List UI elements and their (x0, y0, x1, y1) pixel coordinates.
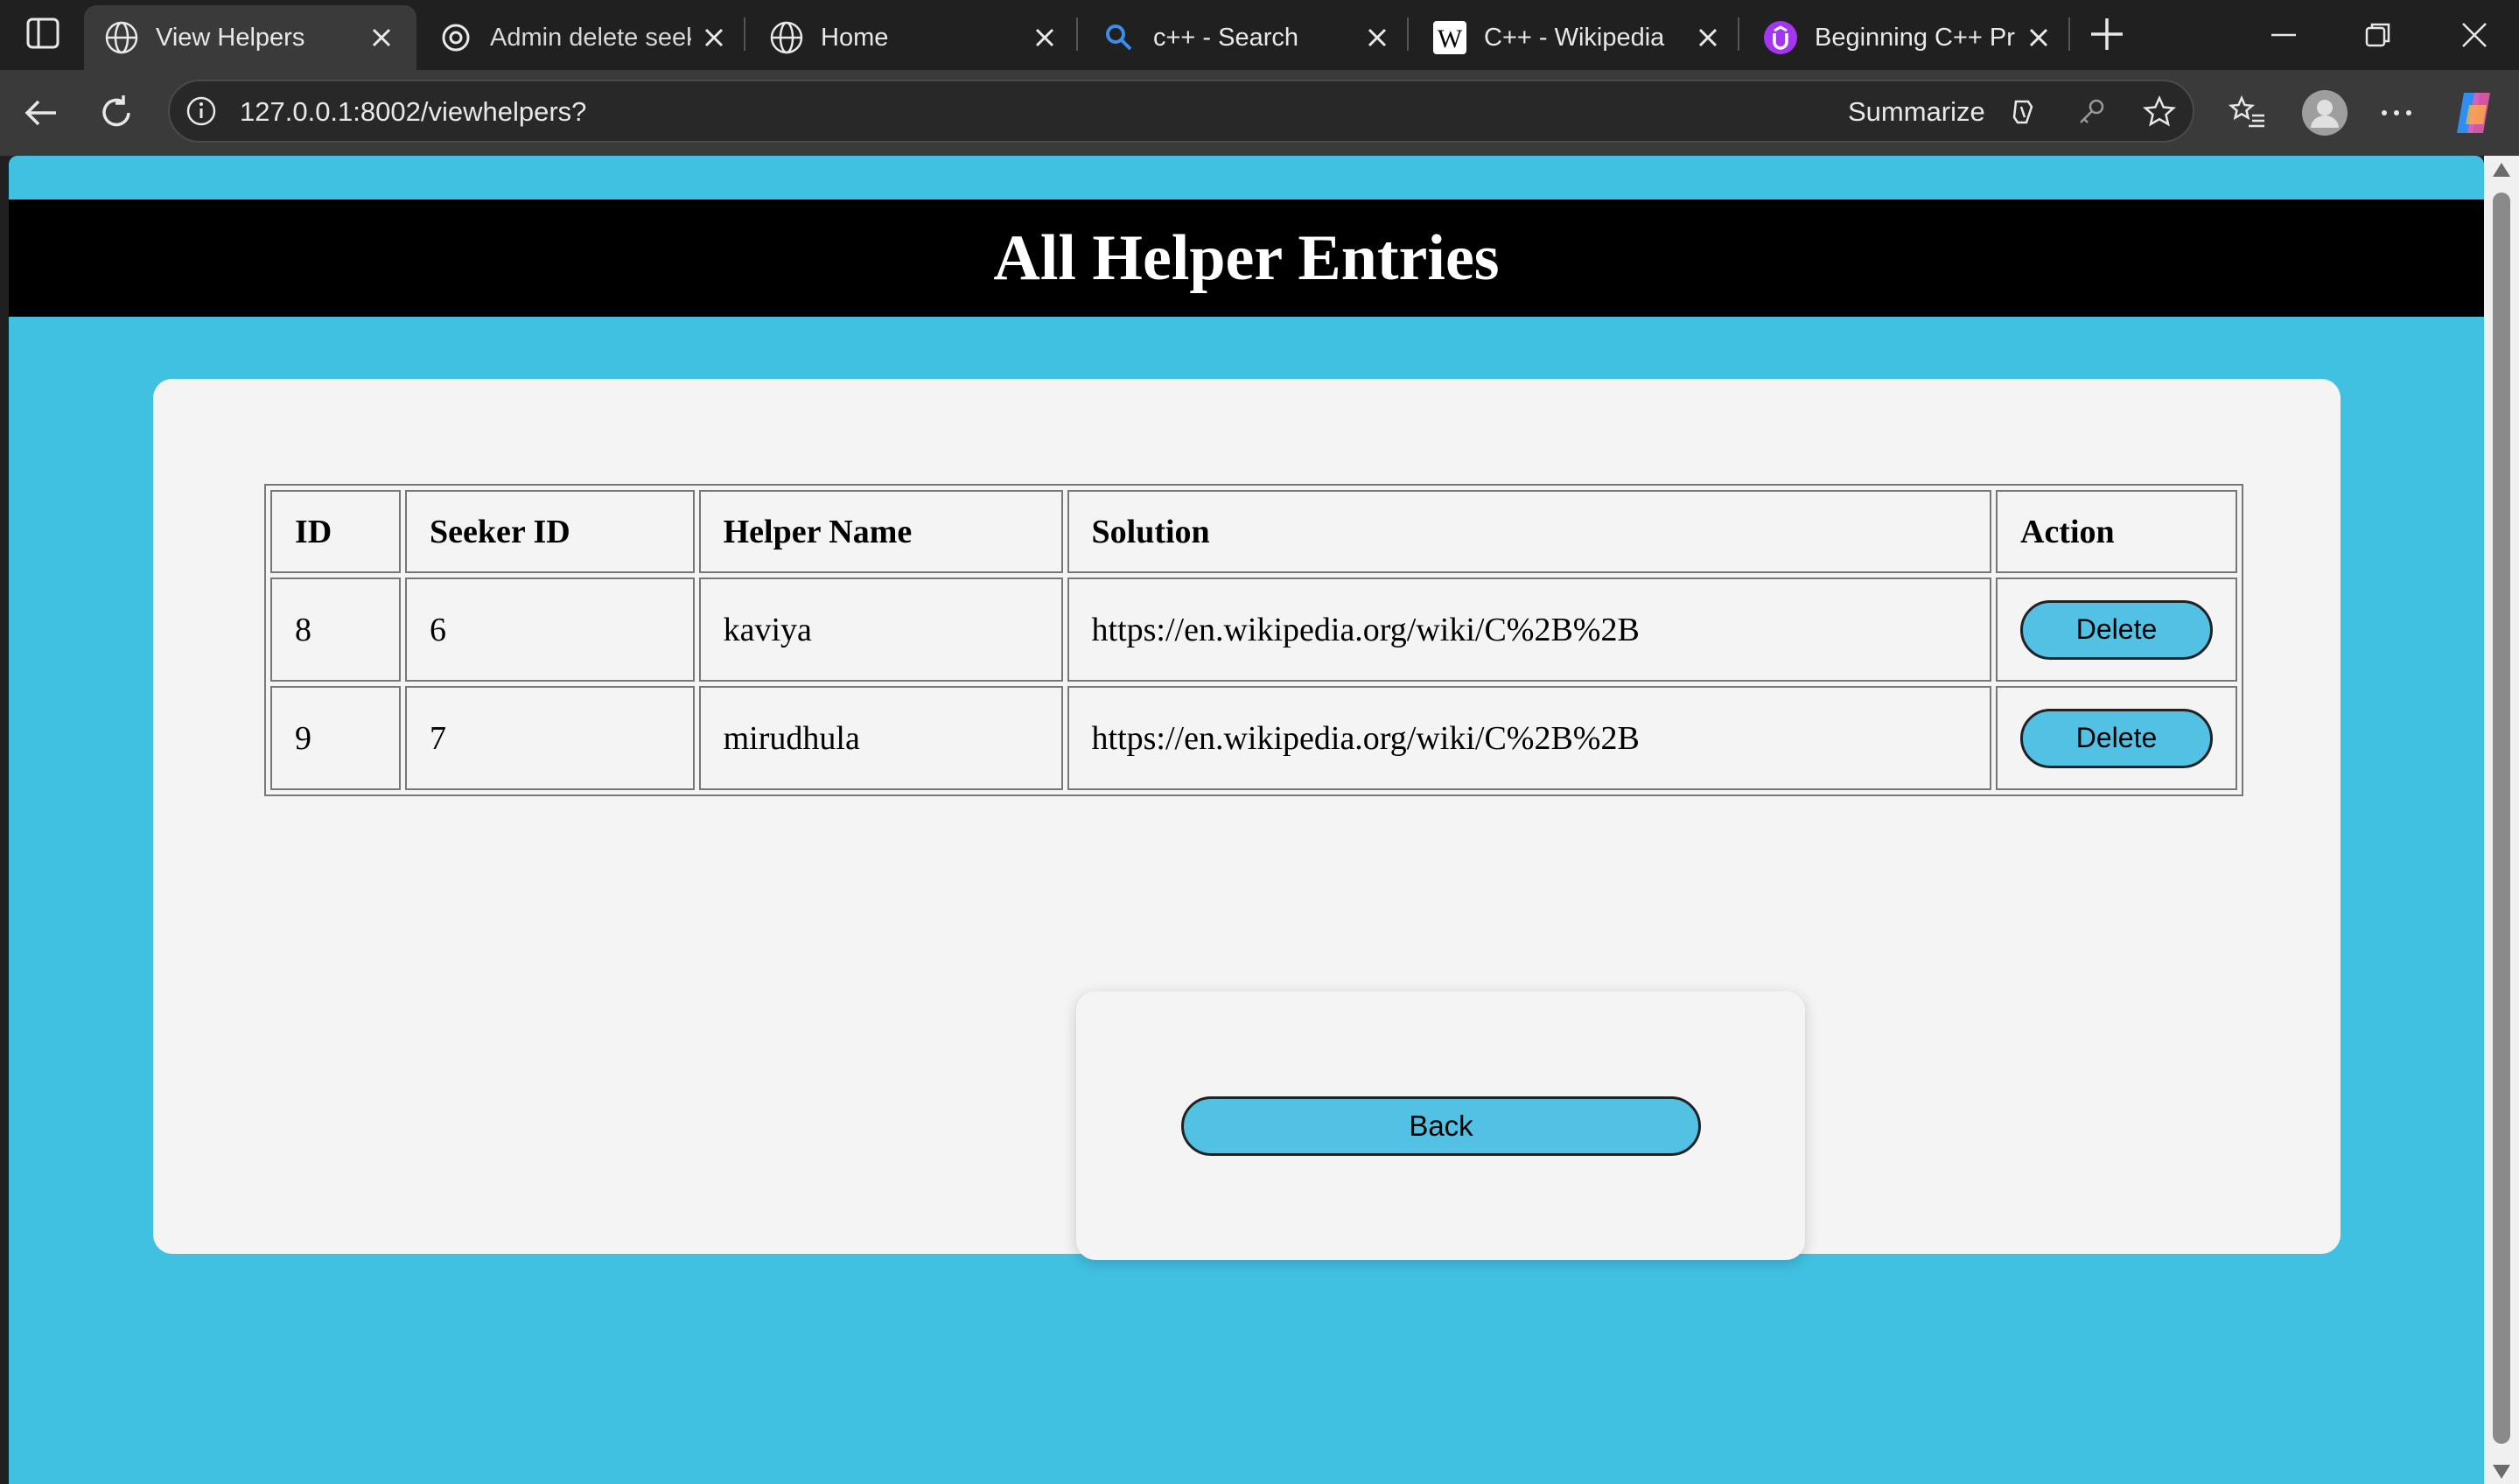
avatar[interactable] (2301, 89, 2348, 136)
tab-separator (1407, 18, 1409, 51)
cell-action: Delete (1996, 686, 2237, 790)
tab-separator (1076, 18, 1078, 51)
scroll-down-icon[interactable] (2493, 1465, 2510, 1479)
back-arrow-icon[interactable] (21, 93, 61, 133)
delete-button[interactable]: Delete (2020, 599, 2213, 660)
tab-cpp-search[interactable]: c++ - Search (1081, 5, 1405, 70)
cell-action: Delete (1996, 578, 2237, 682)
cell-id: 9 (270, 686, 401, 790)
back-button[interactable]: Back (1181, 1096, 1701, 1156)
tab-separator (1738, 18, 1739, 51)
tab-strip: View Helpers Admin delete seek Home c++ … (0, 0, 2519, 70)
scroll-up-icon[interactable] (2493, 163, 2510, 177)
page-title: All Helper Entries (9, 200, 2484, 317)
tab-admin-delete-seeker[interactable]: Admin delete seek (418, 5, 742, 70)
table-header-row: ID Seeker ID Helper Name Solution Action (270, 490, 2237, 573)
scrollbar-thumb[interactable] (2493, 192, 2510, 1444)
cell-solution: https://en.wikipedia.org/wiki/C%2B%2B (1067, 686, 1991, 790)
search-icon (1101, 19, 1137, 56)
cell-seeker-id: 7 (404, 686, 695, 790)
more-options-icon[interactable] (2376, 93, 2417, 133)
tab-title: C++ - Wikipedia (1484, 24, 1665, 52)
tab-beginning-cpp[interactable]: Beginning C++ Pro (1743, 5, 2063, 70)
tab-title: Admin delete seek (490, 24, 691, 52)
column-header-id: ID (270, 490, 401, 573)
tab-title: c++ - Search (1153, 24, 1299, 52)
minimize-icon[interactable] (2268, 19, 2299, 51)
close-icon[interactable] (1695, 24, 1721, 51)
tab-title: Home (821, 24, 889, 52)
column-header-action: Action (1996, 490, 2237, 573)
restore-icon[interactable] (2362, 19, 2394, 51)
table-row: 8 6 kaviya https://en.wikipedia.org/wiki… (270, 578, 2237, 682)
tab-title: View Helpers (156, 24, 305, 52)
udemy-icon (1762, 19, 1799, 56)
copilot-summarize-icon[interactable] (2005, 94, 2040, 130)
tab-title: Beginning C++ Pro (1815, 24, 2016, 52)
globe-icon (103, 19, 140, 56)
reload-icon[interactable] (96, 93, 136, 133)
close-icon[interactable] (701, 24, 727, 51)
cell-seeker-id: 6 (404, 578, 695, 682)
page-viewport: All Helper Entries ID Seeker ID Helper N… (9, 156, 2484, 1484)
key-icon[interactable] (2074, 94, 2109, 130)
cell-helper-name: mirudhula (698, 686, 1063, 790)
scrollbar[interactable] (2484, 156, 2519, 1484)
favorites-icon[interactable] (2228, 93, 2268, 133)
column-header-seeker-id: Seeker ID (404, 490, 695, 573)
content-card: ID Seeker ID Helper Name Solution Action… (153, 379, 2341, 1260)
info-icon[interactable] (185, 95, 217, 127)
chatgpt-icon (437, 19, 474, 56)
tab-separator (2068, 18, 2070, 51)
browser-toolbar: 127.0.0.1:8002/viewhelpers? Summarize (0, 70, 2519, 156)
tab-separator (744, 18, 745, 51)
address-bar[interactable]: 127.0.0.1:8002/viewhelpers? Summarize (168, 80, 2194, 143)
star-icon[interactable] (2142, 94, 2177, 130)
close-icon[interactable] (2026, 24, 2052, 51)
new-tab-icon[interactable] (2089, 16, 2125, 52)
tab-cpp-wikipedia[interactable]: W C++ - Wikipedia (1412, 5, 1736, 70)
close-icon[interactable] (368, 24, 395, 51)
svg-text:W: W (1438, 24, 1463, 53)
column-header-solution: Solution (1067, 490, 1991, 573)
close-icon[interactable] (1364, 24, 1390, 51)
cell-id: 8 (270, 578, 401, 682)
tab-view-helpers[interactable]: View Helpers (84, 5, 416, 70)
close-window-icon[interactable] (2459, 19, 2490, 51)
copilot-icon[interactable] (2448, 88, 2499, 138)
column-header-helper-name: Helper Name (698, 490, 1063, 573)
cell-solution: https://en.wikipedia.org/wiki/C%2B%2B (1067, 578, 1991, 682)
delete-button[interactable]: Delete (2020, 708, 2213, 768)
url-text[interactable]: 127.0.0.1:8002/viewhelpers? (240, 81, 586, 143)
table-row: 9 7 mirudhula https://en.wikipedia.org/w… (270, 686, 2237, 790)
sidebar-toggle-icon[interactable] (26, 18, 59, 49)
helpers-table: ID Seeker ID Helper Name Solution Action… (264, 484, 2243, 796)
back-card: Back (1076, 991, 1805, 1260)
wikipedia-icon: W (1431, 19, 1468, 56)
cell-helper-name: kaviya (698, 578, 1063, 682)
close-icon[interactable] (1032, 24, 1058, 51)
summarize-button[interactable]: Summarize (1848, 81, 1985, 143)
globe-icon (768, 19, 805, 56)
tab-home[interactable]: Home (749, 5, 1073, 70)
